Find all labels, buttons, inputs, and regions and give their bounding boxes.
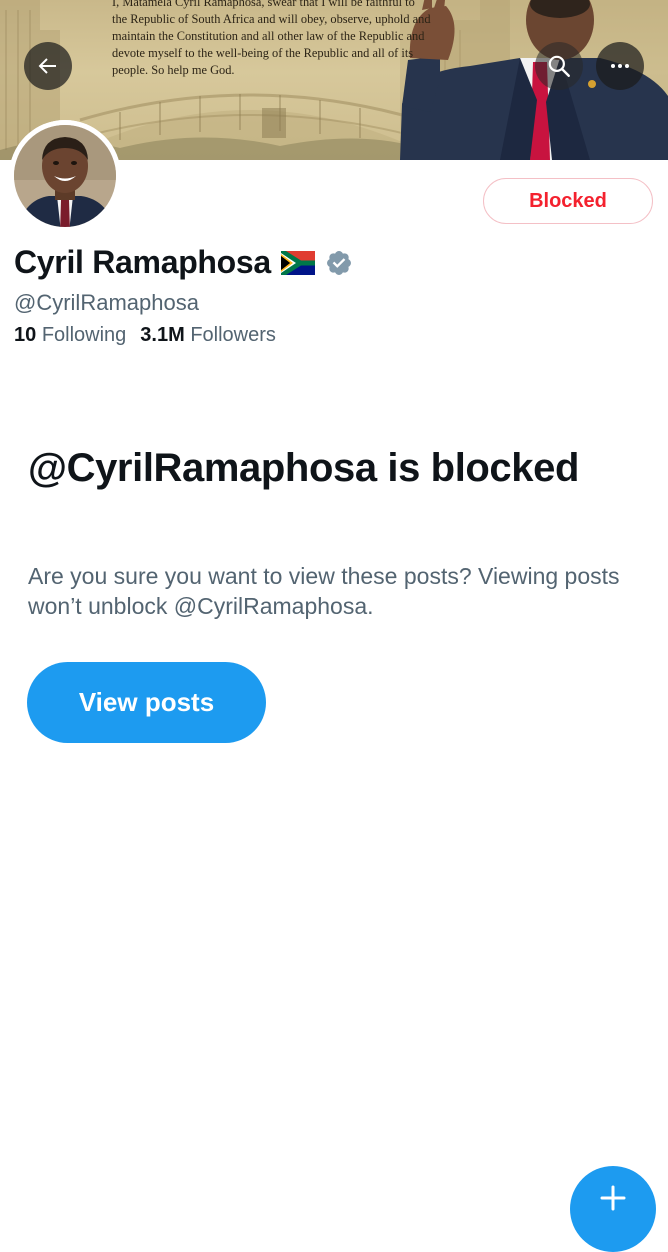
search-icon <box>548 55 570 77</box>
compose-plus-icon <box>600 1185 626 1211</box>
more-horizontal-icon <box>611 64 629 68</box>
back-button[interactable] <box>24 42 72 90</box>
following-count: 10 <box>14 324 37 346</box>
followers-count: 3.1M <box>140 324 185 346</box>
blocked-notice-title: @CyrilRamaphosa is blocked <box>28 446 580 490</box>
profile-handle: @CyrilRamaphosa <box>14 290 199 315</box>
blocked-notice-description: Are you sure you want to view these post… <box>28 563 620 619</box>
more-options-button[interactable] <box>596 42 644 90</box>
compose-button[interactable] <box>570 1166 656 1252</box>
blocked-button[interactable]: Blocked <box>483 178 653 224</box>
verified-badge-icon <box>326 250 351 275</box>
profile-name-row: Cyril Ramaphosa <box>14 244 353 281</box>
following-link[interactable]: 10 Following <box>14 324 126 347</box>
follow-stats: 10 Following 3.1M Followers <box>14 324 276 347</box>
followers-label: Followers <box>190 324 276 346</box>
view-posts-button[interactable]: View posts <box>27 662 266 743</box>
followers-link[interactable]: 3.1M Followers <box>140 324 276 347</box>
following-label: Following <box>41 324 127 346</box>
arrow-left-icon <box>38 58 56 74</box>
banner-oath-text: I, Matamela Cyril Ramaphosa, swear that … <box>112 0 431 77</box>
profile-avatar[interactable] <box>9 120 121 232</box>
search-button[interactable] <box>535 42 583 90</box>
avatar-image <box>9 120 121 232</box>
south-africa-flag-icon <box>280 250 315 275</box>
display-name: Cyril Ramaphosa <box>14 244 271 280</box>
